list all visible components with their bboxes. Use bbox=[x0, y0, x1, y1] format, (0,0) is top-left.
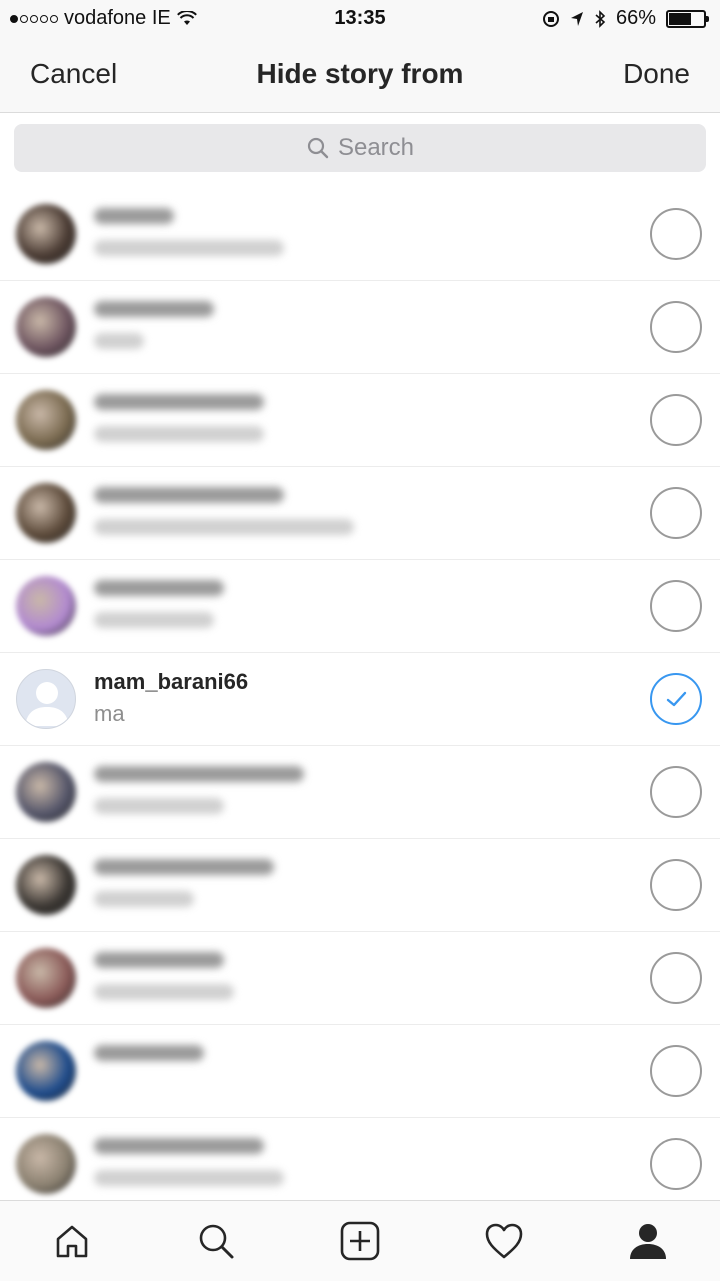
user-row[interactable] bbox=[0, 560, 720, 653]
status-right: 66% bbox=[542, 7, 709, 30]
user-row[interactable] bbox=[0, 281, 720, 374]
status-bar: vodafone IE 13:35 66% bbox=[0, 0, 720, 36]
avatar bbox=[16, 297, 76, 357]
selection-checkbox[interactable] bbox=[650, 580, 702, 632]
selection-checkbox[interactable] bbox=[650, 208, 702, 260]
user-info: mam_barani66ma bbox=[94, 669, 248, 727]
blurred-full-name bbox=[94, 426, 264, 442]
selection-checkbox[interactable] bbox=[650, 1138, 702, 1190]
blurred-username bbox=[94, 394, 264, 410]
avatar bbox=[16, 855, 76, 915]
blurred-full-name bbox=[94, 240, 284, 256]
search-input[interactable]: Search bbox=[14, 124, 706, 172]
user-row[interactable] bbox=[0, 746, 720, 839]
blurred-full-name bbox=[94, 333, 144, 349]
bluetooth-icon bbox=[595, 9, 606, 28]
blurred-username bbox=[94, 952, 224, 968]
battery-icon bbox=[666, 9, 709, 28]
location-icon bbox=[570, 11, 583, 26]
user-info bbox=[94, 762, 304, 814]
avatar bbox=[16, 1134, 76, 1194]
heart-icon bbox=[485, 1223, 523, 1259]
user-row[interactable] bbox=[0, 932, 720, 1025]
full-name: ma bbox=[94, 701, 125, 726]
user-list: mam_barani66ma bbox=[0, 188, 720, 1211]
selection-checkbox[interactable] bbox=[650, 301, 702, 353]
user-info bbox=[94, 1041, 204, 1061]
avatar bbox=[16, 576, 76, 636]
user-row[interactable]: mam_barani66ma bbox=[0, 653, 720, 746]
tab-activity[interactable] bbox=[474, 1211, 534, 1271]
user-row[interactable] bbox=[0, 188, 720, 281]
user-info bbox=[94, 1134, 284, 1186]
blurred-username bbox=[94, 1045, 204, 1061]
add-post-icon bbox=[340, 1221, 380, 1261]
blurred-username bbox=[94, 859, 274, 875]
checkmark-icon bbox=[666, 691, 687, 707]
user-info bbox=[94, 576, 224, 628]
search-icon bbox=[199, 1224, 234, 1259]
profile-icon bbox=[630, 1224, 666, 1259]
avatar bbox=[16, 762, 76, 822]
tab-home[interactable] bbox=[42, 1211, 102, 1271]
selection-checkbox[interactable] bbox=[650, 394, 702, 446]
avatar bbox=[16, 204, 76, 264]
blurred-username bbox=[94, 580, 224, 596]
avatar bbox=[16, 1041, 76, 1101]
blurred-full-name bbox=[94, 519, 354, 535]
user-row[interactable] bbox=[0, 374, 720, 467]
done-button[interactable]: Done bbox=[623, 58, 690, 90]
selection-checkbox-checked[interactable] bbox=[650, 673, 702, 725]
user-row[interactable] bbox=[0, 839, 720, 932]
home-icon bbox=[56, 1225, 88, 1258]
tab-profile[interactable] bbox=[618, 1211, 678, 1271]
blurred-full-name bbox=[94, 891, 194, 907]
user-row[interactable] bbox=[0, 1025, 720, 1118]
blurred-full-name bbox=[94, 1170, 284, 1186]
user-info bbox=[94, 948, 234, 1000]
search-placeholder: Search bbox=[337, 134, 415, 161]
selection-checkbox[interactable] bbox=[650, 952, 702, 1004]
blurred-username bbox=[94, 208, 174, 224]
user-info bbox=[94, 855, 274, 907]
username: mam_barani66 bbox=[94, 669, 249, 694]
blurred-full-name bbox=[94, 984, 234, 1000]
lock-rotation-icon bbox=[542, 10, 559, 27]
blurred-username bbox=[94, 1138, 264, 1154]
selection-checkbox[interactable] bbox=[650, 859, 702, 911]
user-info bbox=[94, 297, 214, 349]
search-icon bbox=[307, 137, 329, 159]
cancel-button[interactable]: Cancel bbox=[30, 58, 117, 90]
blurred-username bbox=[94, 766, 304, 782]
user-row[interactable] bbox=[0, 1118, 720, 1211]
blurred-full-name bbox=[94, 612, 214, 628]
default-avatar-icon bbox=[25, 682, 69, 726]
user-info bbox=[94, 204, 284, 256]
avatar bbox=[16, 390, 76, 450]
user-info bbox=[94, 390, 264, 442]
blurred-full-name bbox=[94, 798, 224, 814]
blurred-username bbox=[94, 301, 214, 317]
user-info bbox=[94, 483, 354, 535]
navigation-bar: Cancel Hide story from Done bbox=[0, 36, 720, 113]
battery-percent: 66% bbox=[615, 7, 656, 29]
avatar bbox=[16, 948, 76, 1008]
blurred-username bbox=[94, 487, 284, 503]
user-row[interactable] bbox=[0, 467, 720, 560]
avatar bbox=[16, 483, 76, 543]
tab-search[interactable] bbox=[186, 1211, 246, 1271]
selection-checkbox[interactable] bbox=[650, 766, 702, 818]
tab-new-post[interactable] bbox=[330, 1211, 390, 1271]
avatar bbox=[16, 669, 76, 729]
selection-checkbox[interactable] bbox=[650, 487, 702, 539]
selection-checkbox[interactable] bbox=[650, 1045, 702, 1097]
tab-bar bbox=[0, 1200, 720, 1281]
